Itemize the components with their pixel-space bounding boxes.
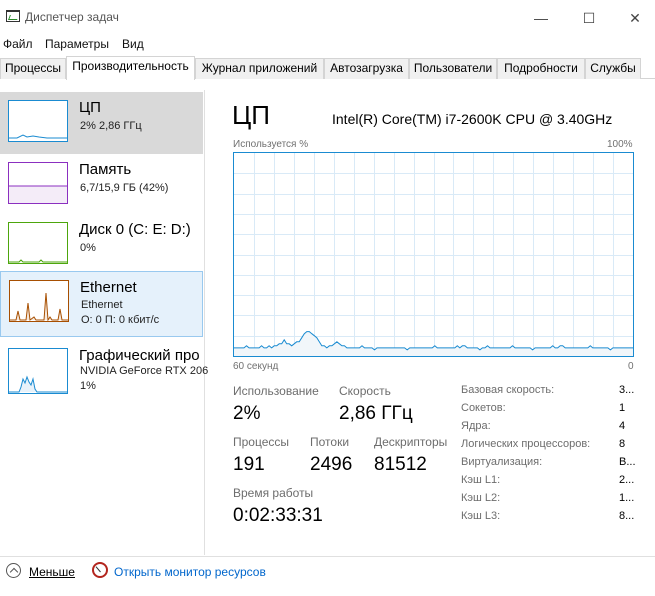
threads-value: 2496 — [310, 454, 353, 475]
info-label-sockets: Сокетов: — [461, 402, 506, 414]
info-label-base-speed: Базовая скорость: — [461, 384, 555, 396]
cpu-thumbnail — [8, 100, 68, 142]
info-value-sockets: 1 — [619, 402, 626, 414]
maximize-button[interactable]: ☐ — [566, 6, 612, 30]
tab-details[interactable]: Подробности — [497, 58, 585, 79]
open-resource-monitor-link[interactable]: Открыть монитор ресурсов — [114, 565, 266, 579]
sidebar-item-detail: NVIDIA GeForce RTX 206 — [80, 365, 209, 377]
info-label-l3-cache: Кэш L3: — [461, 510, 501, 522]
minimize-button[interactable]: — — [518, 6, 564, 30]
tab-app-history[interactable]: Журнал приложений — [195, 58, 324, 79]
task-manager-icon — [6, 10, 20, 22]
threads-label: Потоки — [310, 435, 350, 449]
ethernet-thumbnail-line — [10, 292, 68, 321]
sidebar-item-detail: 0% — [80, 242, 96, 254]
sidebar-item-detail: 2% 2,86 ГГц — [80, 120, 142, 132]
info-value-l2-cache: 1... — [619, 492, 635, 504]
info-value-l3-cache: 8... — [619, 510, 635, 522]
gpu-thumbnail-graph — [9, 375, 67, 393]
chevron-up-icon[interactable] — [6, 563, 21, 578]
gpu-thumbnail — [8, 348, 68, 394]
ethernet-thumbnail — [9, 280, 69, 322]
sidebar-item-disk[interactable]: Диск 0 (C: E: D:) 0% — [0, 214, 203, 276]
page-title: ЦП — [232, 100, 270, 130]
info-value-virtualization: В... — [619, 456, 636, 468]
info-label-cores: Ядра: — [461, 420, 491, 432]
uptime-value: 0:02:33:31 — [233, 505, 323, 526]
usage-value: 2% — [233, 403, 261, 424]
resource-monitor-icon[interactable] — [92, 562, 108, 578]
tab-strip: Процессы Производительность Журнал прило… — [0, 56, 655, 80]
info-value-base-speed: 3... — [619, 384, 635, 396]
processes-value: 191 — [233, 454, 265, 475]
processes-label: Процессы — [233, 435, 290, 449]
cpu-model-name: Intel(R) Core(TM) i7-2600K CPU @ 3.40GHz — [332, 111, 613, 127]
sidebar-item-title: Память — [79, 161, 132, 178]
memory-thumbnail-graph — [9, 185, 67, 203]
resource-sidebar: ЦП 2% 2,86 ГГц Память 6,7/15,9 ГБ (42%) … — [0, 90, 208, 555]
tab-processes[interactable]: Процессы — [0, 58, 66, 79]
sidebar-item-detail-2: О: 0 П: 0 кбит/с — [81, 314, 160, 326]
ethernet-thumbnail-graph — [10, 292, 68, 321]
disk-thumbnail — [8, 222, 68, 264]
info-value-cores: 4 — [619, 420, 626, 432]
sidebar-item-title: Графический про — [79, 347, 200, 364]
sidebar-item-memory[interactable]: Память 6,7/15,9 ГБ (42%) — [0, 154, 203, 216]
footer-divider — [0, 556, 655, 557]
info-label-l1-cache: Кэш L1: — [461, 474, 501, 486]
sidebar-item-detail-2: 1% — [80, 380, 96, 392]
sidebar-item-title: Ethernet — [80, 279, 137, 296]
tab-startup[interactable]: Автозагрузка — [324, 58, 409, 79]
speed-value: 2,86 ГГц — [339, 403, 413, 424]
menu-file[interactable]: Файл — [3, 37, 33, 51]
cpu-usage-graph — [233, 152, 634, 357]
fewer-details-link[interactable]: Меньше — [29, 565, 75, 579]
sidebar-item-detail: Ethernet — [81, 299, 123, 311]
menu-options[interactable]: Параметры — [45, 37, 109, 51]
graph-x-label: 60 секунд — [233, 361, 279, 372]
tab-services[interactable]: Службы — [585, 58, 641, 79]
handles-value: 81512 — [374, 454, 427, 475]
graph-y-max: 100% — [607, 139, 633, 150]
graph-y-label: Используется % — [233, 139, 309, 150]
cpu-usage-chart — [234, 153, 633, 356]
memory-thumbnail-fill — [9, 186, 67, 203]
sidebar-item-ethernet[interactable]: Ethernet Ethernet О: 0 П: 0 кбит/с — [0, 271, 203, 337]
graph-x-min: 0 — [628, 361, 634, 372]
info-value-logical-processors: 8 — [619, 438, 626, 450]
close-button[interactable]: ✕ — [612, 6, 655, 30]
sidebar-item-detail: 6,7/15,9 ГБ (42%) — [80, 182, 169, 194]
info-label-virtualization: Виртуализация: — [461, 456, 543, 468]
info-label-l2-cache: Кэш L2: — [461, 492, 501, 504]
memory-thumbnail — [8, 162, 68, 204]
info-value-l1-cache: 2... — [619, 474, 635, 486]
disk-thumbnail-graph — [9, 259, 67, 263]
cpu-thumbnail-line — [9, 134, 67, 139]
speed-label: Скорость — [339, 384, 391, 398]
handles-label: Дескрипторы — [374, 435, 448, 449]
usage-label: Использование — [233, 384, 319, 398]
sidebar-item-cpu[interactable]: ЦП 2% 2,86 ГГц — [0, 92, 203, 154]
sidebar-item-gpu[interactable]: Графический про NVIDIA GeForce RTX 206 1… — [0, 340, 208, 410]
tab-performance[interactable]: Производительность — [66, 56, 195, 80]
disk-thumbnail-line — [9, 259, 67, 263]
sidebar-item-title: Диск 0 (C: E: D:) — [79, 221, 191, 238]
menu-view[interactable]: Вид — [122, 37, 144, 51]
gpu-thumbnail-line — [9, 375, 67, 393]
title-bar[interactable]: Диспетчер задач — ☐ ✕ — [0, 0, 655, 34]
cpu-thumbnail-graph — [9, 134, 67, 139]
tab-users[interactable]: Пользователи — [409, 58, 497, 79]
uptime-label: Время работы — [233, 486, 314, 500]
sidebar-item-title: ЦП — [79, 99, 101, 116]
window-title: Диспетчер задач — [25, 10, 119, 24]
info-label-logical-processors: Логических процессоров: — [461, 438, 591, 450]
